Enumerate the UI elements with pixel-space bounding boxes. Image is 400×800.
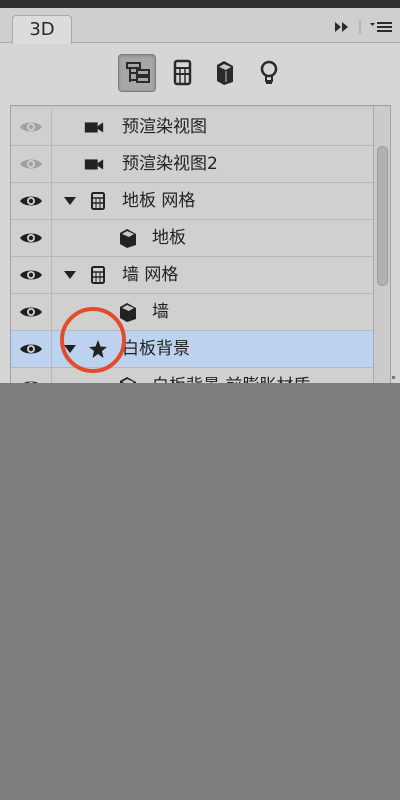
mesh-icon — [91, 266, 105, 284]
material-filter-button[interactable] — [207, 54, 245, 92]
material-icon — [120, 303, 136, 322]
filter-toolbar — [0, 43, 400, 105]
material-icon — [120, 229, 136, 248]
scene-hierarchy-icon — [126, 62, 150, 83]
layer-label: 地板 网格 — [122, 191, 196, 211]
layer-row[interactable]: 墙 网格 — [11, 257, 373, 294]
visibility-toggle[interactable] — [11, 109, 52, 145]
expand-triangle-icon[interactable] — [63, 342, 77, 356]
camera-icon — [84, 159, 104, 170]
mesh-filter-button[interactable] — [164, 54, 202, 92]
camera-icon — [84, 122, 104, 133]
eye-icon — [20, 196, 42, 206]
layer-row[interactable]: 预渲染视图 — [11, 109, 373, 146]
visibility-toggle[interactable] — [11, 294, 52, 330]
layer-row[interactable]: 墙 — [11, 294, 373, 331]
layer-row-selected[interactable]: 白板背景 — [11, 331, 373, 368]
eye-icon — [20, 159, 42, 169]
layer-row[interactable]: 白板背景 前膨胀材质 — [11, 368, 373, 383]
visibility-toggle[interactable] — [11, 146, 52, 182]
expand-triangle-icon[interactable] — [63, 268, 77, 282]
light-filter-button[interactable] — [250, 54, 288, 92]
eye-icon — [23, 381, 39, 383]
panel-tabbar: 3D — [0, 8, 400, 44]
mesh-star-icon — [89, 340, 107, 358]
layer-label: 墙 网格 — [122, 265, 179, 285]
double-chevron-right-icon[interactable] — [330, 17, 356, 37]
eye-icon — [20, 270, 42, 280]
resize-handle[interactable] — [392, 376, 395, 379]
lightbulb-icon — [260, 60, 278, 84]
layer-row[interactable]: 地板 — [11, 220, 373, 257]
tab-3d[interactable]: 3D — [12, 15, 72, 44]
layer-row[interactable]: 地板 网格 — [11, 183, 373, 220]
mesh-icon — [91, 192, 105, 210]
scene-filter-button[interactable] — [118, 54, 156, 92]
visibility-toggle[interactable] — [11, 257, 52, 293]
visibility-toggle[interactable] — [11, 368, 52, 383]
eye-icon — [20, 344, 42, 354]
eye-icon — [20, 307, 42, 317]
eye-icon — [20, 233, 42, 243]
material-icon — [120, 377, 136, 383]
layer-row[interactable]: 预渲染视图2 — [11, 146, 373, 183]
layer-label: 白板背景 前膨胀材质 — [152, 368, 310, 383]
eye-icon — [20, 122, 42, 132]
scrollbar-thumb[interactable] — [377, 146, 388, 286]
layer-label: 地板 — [152, 228, 186, 248]
layer-label: 预渲染视图2 — [122, 154, 218, 174]
panel-menu-icon[interactable] — [358, 17, 398, 37]
3d-panel: 3D 预渲染视图 预渲染视图2 地板 网格 地板 墙 网格 墙 白板背景 — [0, 0, 400, 383]
visibility-toggle[interactable] — [11, 331, 52, 367]
visibility-toggle[interactable] — [11, 183, 52, 219]
layer-label: 白板背景 — [122, 339, 190, 359]
material-icon — [217, 61, 233, 85]
layer-label: 预渲染视图 — [122, 117, 207, 137]
layer-label: 墙 — [152, 302, 169, 322]
expand-triangle-icon[interactable] — [63, 194, 77, 208]
mesh-icon — [173, 59, 192, 86]
vertical-scrollbar[interactable] — [373, 106, 390, 383]
scene-layer-list: 预渲染视图 预渲染视图2 地板 网格 地板 墙 网格 墙 白板背景 — [10, 105, 391, 383]
visibility-toggle[interactable] — [11, 220, 52, 256]
